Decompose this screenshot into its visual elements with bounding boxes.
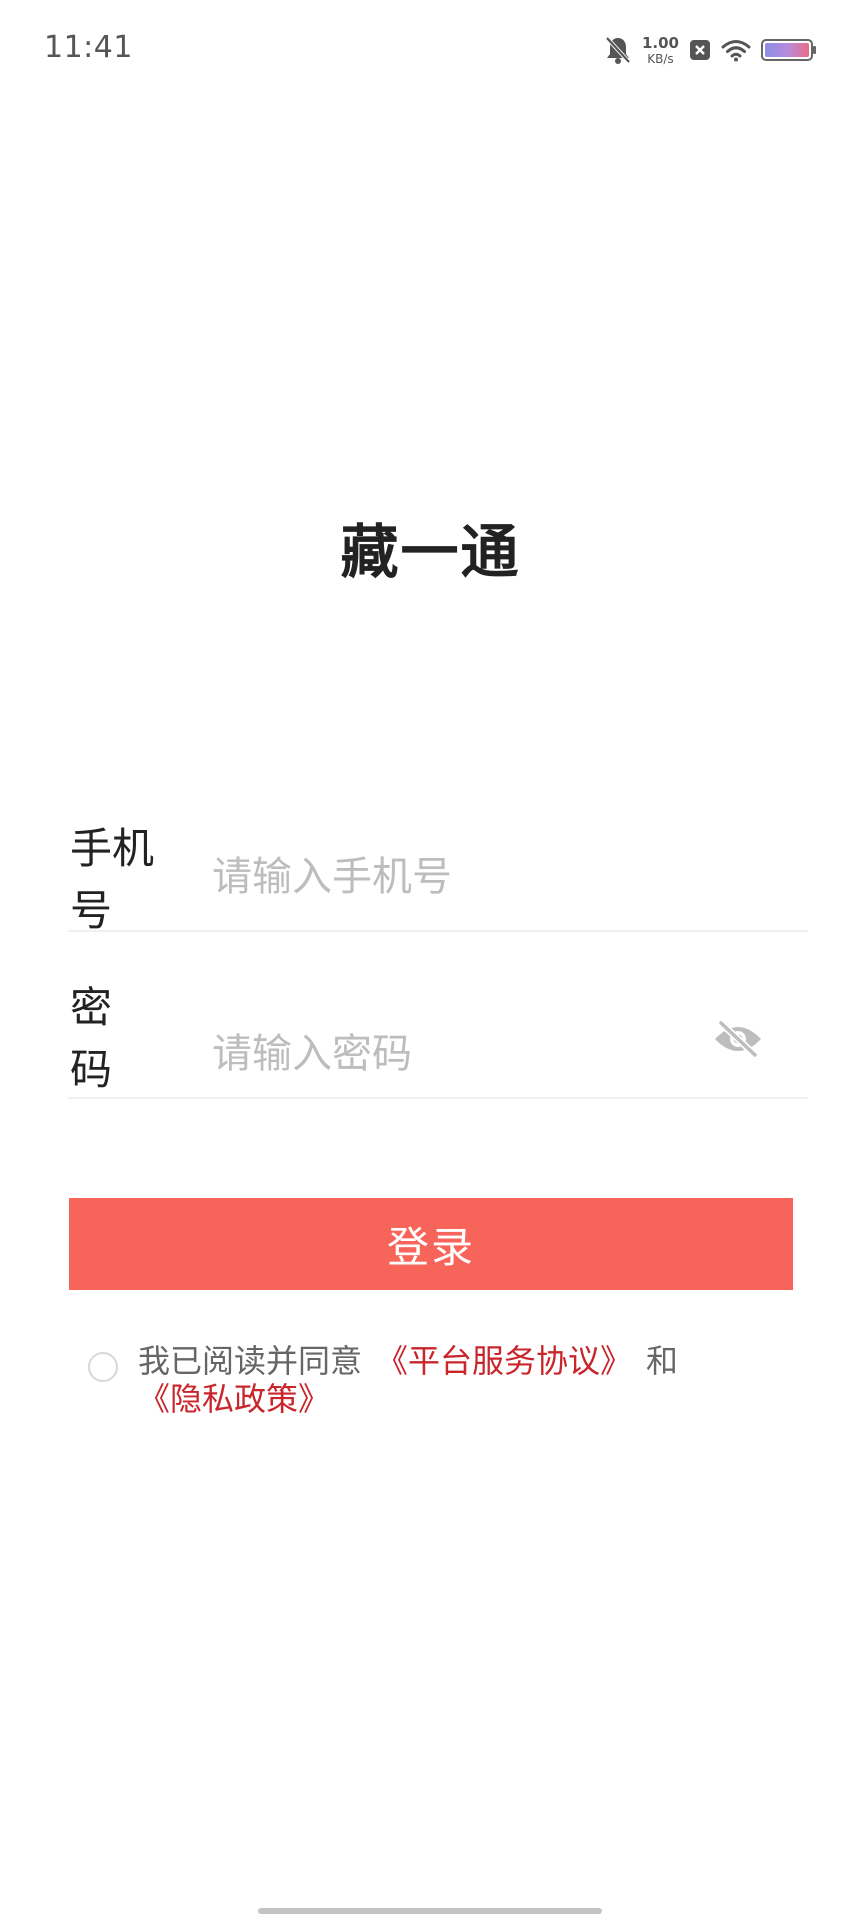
password-row: 密码	[68, 983, 808, 1099]
status-bar: 11:41 1.00 KB/s	[0, 0, 861, 100]
status-icons: 1.00 KB/s	[604, 32, 817, 68]
phone-label: 手机号	[70, 824, 155, 935]
agree-checkbox[interactable]	[88, 1352, 118, 1382]
net-speed-unit: KB/s	[647, 51, 674, 66]
eye-off-icon	[712, 1019, 764, 1063]
home-indicator[interactable]	[258, 1908, 602, 1914]
bell-muted-icon	[604, 35, 632, 65]
privacy-link[interactable]: 《隐私政策》	[138, 1380, 330, 1418]
net-speed-value: 1.00	[641, 33, 679, 52]
agreement-conjunction: 和	[646, 1342, 679, 1380]
password-label: 密码	[70, 983, 113, 1094]
phone-input[interactable]	[212, 842, 732, 912]
login-button[interactable]: 登录	[69, 1198, 793, 1290]
battery-icon	[761, 38, 817, 62]
password-visibility-toggle[interactable]	[710, 1013, 766, 1069]
terms-link[interactable]: 《平台服务协议》	[376, 1342, 632, 1380]
close-box-icon	[689, 38, 711, 62]
wifi-icon	[721, 38, 751, 62]
net-speed: 1.00 KB/s	[641, 33, 679, 66]
phone-row: 手机号	[68, 818, 808, 935]
app-title: 藏一通	[340, 518, 521, 586]
agreement-prefix: 我已阅读并同意	[138, 1342, 363, 1380]
status-time: 11:41	[44, 30, 133, 65]
agreement-text: 我已阅读并同意 《平台服务协议》 和《隐私政策》	[138, 1342, 861, 1418]
password-input[interactable]	[212, 1019, 732, 1089]
